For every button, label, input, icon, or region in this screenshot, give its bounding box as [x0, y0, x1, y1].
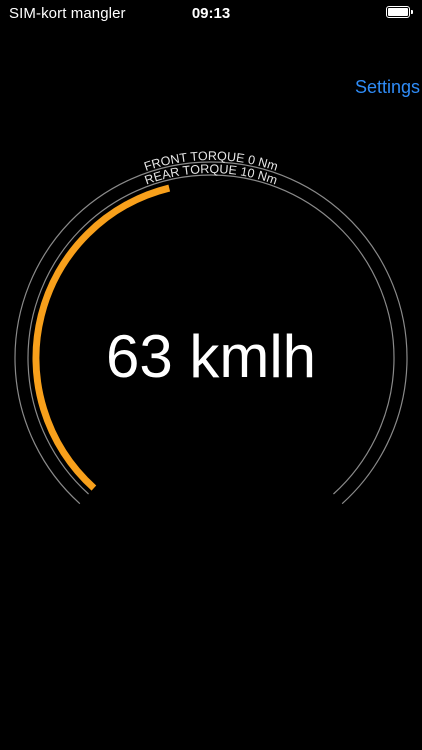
speed-readout: 63 kmlh: [105, 323, 317, 390]
